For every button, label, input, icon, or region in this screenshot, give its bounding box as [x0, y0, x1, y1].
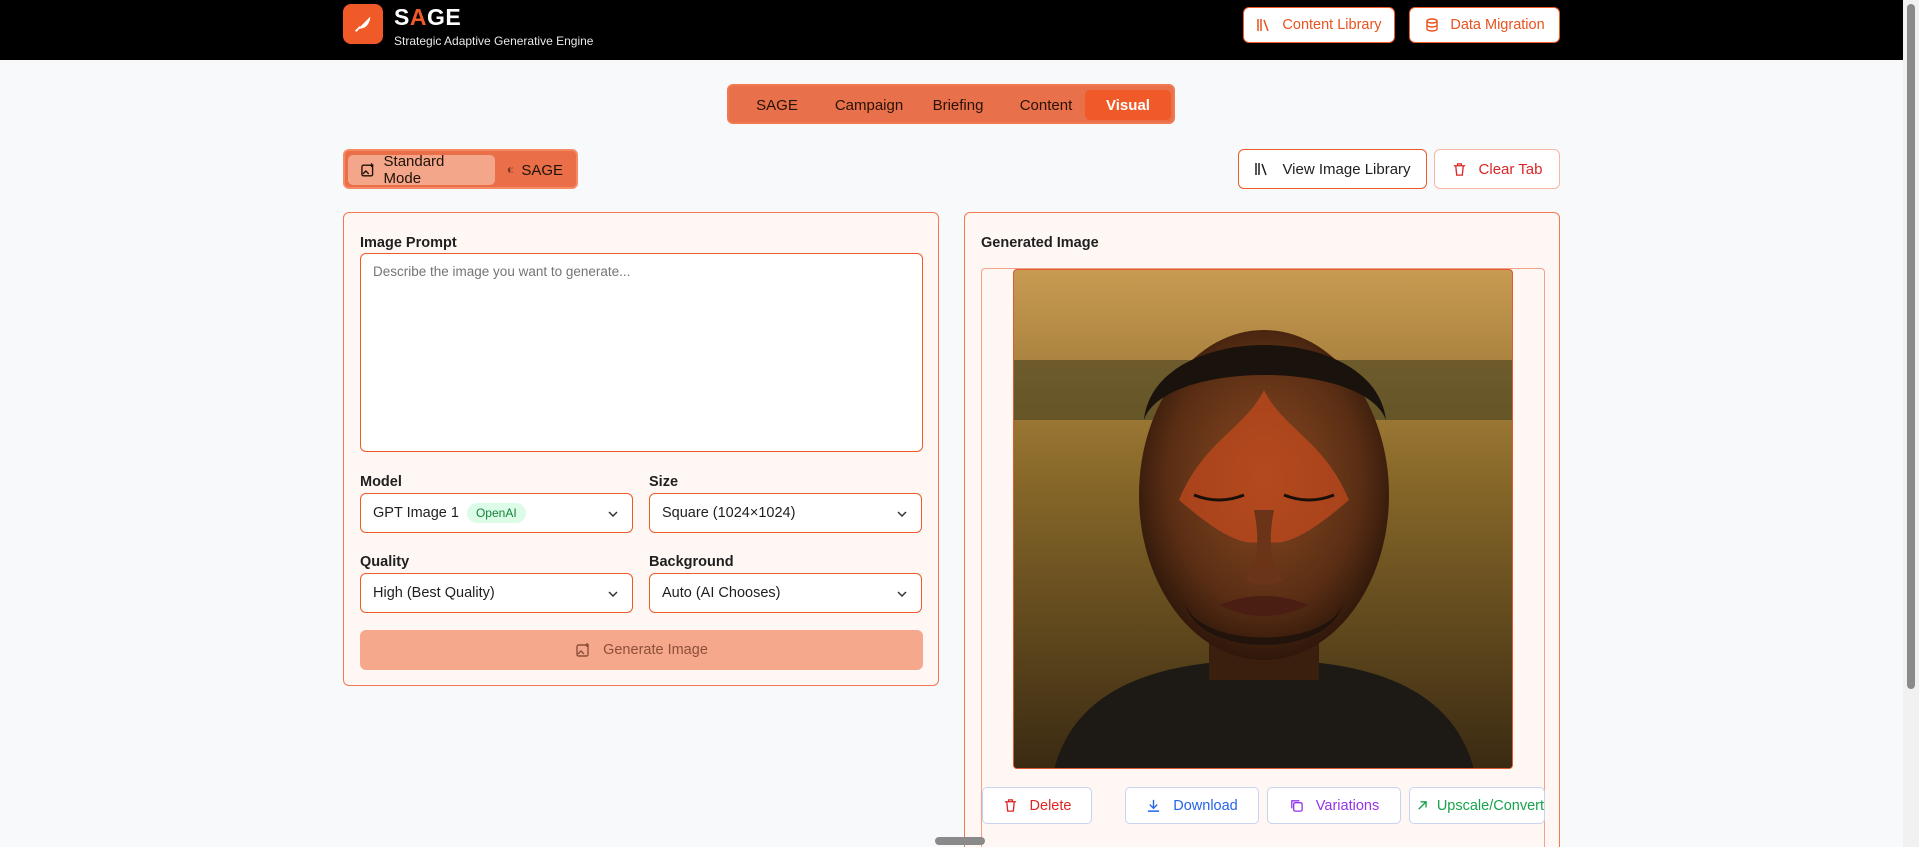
quality-value: High (Best Quality)	[373, 585, 495, 601]
prompt-label: Image Prompt	[360, 235, 457, 251]
database-icon	[1426, 18, 1439, 32]
brand-name: SAGE	[394, 4, 462, 30]
image-plus-icon	[361, 163, 374, 177]
background-value: Auto (AI Chooses)	[662, 585, 781, 601]
background-select[interactable]: Auto (AI Chooses)	[649, 573, 922, 613]
quality-label: Quality	[360, 554, 410, 570]
quality-select[interactable]: High (Best Quality)	[360, 573, 633, 613]
chevron-down-icon	[897, 591, 907, 598]
image-frame: Delete Download Variations Upscale/Conve…	[981, 268, 1545, 847]
top-bar: SAGE Strategic Adaptive Generative Engin…	[0, 0, 1903, 60]
main-tabs: SAGE Campaign Briefing Content Visual	[727, 84, 1175, 124]
view-image-library-label: View Image Library	[1282, 160, 1411, 178]
variations-button[interactable]: Variations	[1267, 787, 1401, 824]
delete-button[interactable]: Delete	[982, 787, 1092, 824]
library-icon	[1255, 163, 1268, 176]
arrow-up-right-icon	[1418, 801, 1427, 810]
view-image-library-button[interactable]: View Image Library	[1238, 149, 1427, 189]
provider-badge: OpenAI	[466, 503, 526, 523]
data-migration-label: Data Migration	[1450, 17, 1545, 33]
image-prompt-input[interactable]	[360, 253, 923, 452]
image-form-panel: Image Prompt Model GPT Image 1 OpenAI Si…	[343, 212, 939, 686]
upscale-convert-button[interactable]: Upscale/Convert	[1409, 787, 1545, 824]
standard-mode-button[interactable]: Standard Mode	[348, 153, 495, 187]
content-library-label: Content Library	[1282, 17, 1382, 33]
vertical-scrollbar[interactable]	[1903, 0, 1919, 847]
brand-tagline: Strategic Adaptive Generative Engine	[394, 34, 594, 48]
trash-icon	[1453, 162, 1465, 176]
generated-image-panel: Generated Image Delete Download Variatio…	[964, 212, 1560, 847]
sage-mode-label: SAGE	[521, 161, 563, 179]
model-label: Model	[360, 474, 402, 490]
content-library-button[interactable]: Content Library	[1243, 7, 1395, 43]
tab-visual[interactable]: Visual	[1085, 90, 1171, 120]
library-icon	[1257, 19, 1270, 32]
sage-mode-button[interactable]: SAGE	[495, 155, 575, 185]
chevron-down-icon	[608, 511, 618, 518]
generate-image-button[interactable]: Generate Image	[360, 630, 923, 670]
size-value: Square (1024×1024)	[662, 505, 796, 521]
size-select[interactable]: Square (1024×1024)	[649, 493, 922, 533]
delete-label: Delete	[1029, 797, 1072, 814]
tab-briefing[interactable]: Briefing	[915, 90, 1001, 120]
horizontal-scroll-thumb[interactable]	[935, 837, 985, 845]
size-label: Size	[649, 474, 679, 490]
clear-tab-label: Clear Tab	[1478, 160, 1543, 178]
standard-mode-label: Standard Mode	[383, 153, 445, 187]
data-migration-button[interactable]: Data Migration	[1409, 7, 1560, 43]
model-select[interactable]: GPT Image 1 OpenAI	[360, 493, 633, 533]
generated-image-title: Generated Image	[981, 235, 1099, 251]
chevron-down-icon	[608, 591, 618, 598]
generate-image-label: Generate Image	[603, 642, 708, 658]
download-label: Download	[1173, 797, 1238, 814]
tab-campaign[interactable]: Campaign	[823, 90, 915, 120]
tab-sage[interactable]: SAGE	[731, 90, 823, 120]
image-plus-icon	[576, 643, 590, 657]
chevron-down-icon	[897, 511, 907, 518]
upscale-convert-label: Upscale/Convert	[1436, 797, 1544, 814]
variations-label: Variations	[1315, 797, 1380, 814]
copy-icon	[1290, 800, 1303, 812]
vertical-scroll-thumb[interactable]	[1907, 4, 1915, 689]
trash-icon	[1004, 799, 1016, 812]
feather-icon	[355, 16, 371, 32]
tab-content[interactable]: Content	[1001, 90, 1091, 120]
brain-icon	[507, 167, 513, 173]
download-button[interactable]: Download	[1125, 787, 1259, 824]
portrait-illustration	[1014, 270, 1512, 768]
background-label: Background	[649, 554, 734, 570]
download-icon	[1148, 799, 1160, 812]
mode-toggle: Standard Mode SAGE	[343, 149, 578, 189]
clear-tab-button[interactable]: Clear Tab	[1434, 149, 1560, 189]
model-value: GPT Image 1	[373, 505, 459, 521]
app-logo[interactable]	[343, 4, 383, 44]
generated-image[interactable]	[1013, 269, 1513, 769]
